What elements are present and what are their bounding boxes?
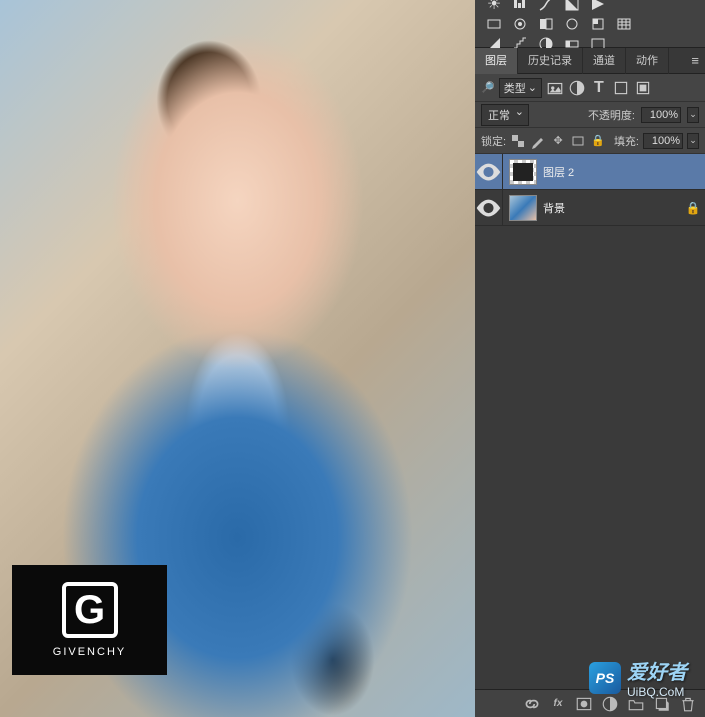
opacity-label: 不透明度: [588, 107, 635, 123]
visibility-toggle[interactable] [475, 154, 503, 190]
layer-filter-bar: 🔎 类型⌄ T [475, 74, 705, 102]
group-icon[interactable] [627, 695, 645, 713]
channel-mixer-icon[interactable] [589, 16, 607, 32]
bw-icon[interactable] [537, 16, 555, 32]
lock-position-icon[interactable]: ✥ [550, 133, 566, 149]
layer-row-background[interactable]: 背景 🔒 [475, 190, 705, 226]
visibility-toggle[interactable] [475, 190, 503, 226]
link-layers-icon[interactable] [523, 695, 541, 713]
vibrance-icon[interactable] [589, 0, 607, 12]
layer-thumbnail[interactable] [509, 159, 537, 185]
layers-list: 图层 2 背景 🔒 [475, 154, 705, 689]
fx-icon[interactable]: fx [549, 695, 567, 713]
photo-filter-icon[interactable] [563, 16, 581, 32]
blend-opacity-row: 正常 不透明度: 100% ⌄ [475, 102, 705, 128]
opacity-input[interactable]: 100% [641, 107, 681, 123]
document-image: G GIVENCHY [0, 0, 475, 717]
panel-menu-icon[interactable]: ≡ [691, 53, 699, 68]
color-balance-icon[interactable] [511, 16, 529, 32]
tab-history[interactable]: 历史记录 [518, 48, 583, 74]
lock-all-icon[interactable]: 🔒 [590, 133, 606, 149]
lock-label: 锁定: [481, 133, 506, 149]
curves-icon[interactable] [537, 0, 555, 12]
delete-icon[interactable] [679, 695, 697, 713]
lock-transparent-icon[interactable] [510, 133, 526, 149]
layer-thumbnail[interactable] [509, 195, 537, 221]
fill-label: 填充: [614, 133, 639, 149]
layer-name[interactable]: 背景 [543, 200, 681, 216]
opacity-dropdown-icon[interactable]: ⌄ [687, 107, 699, 123]
filter-pixel-icon[interactable] [546, 79, 564, 97]
layers-panel-footer: fx [475, 689, 705, 717]
brightness-icon[interactable]: ☀ [485, 0, 503, 12]
adjustments-panel: ☀ [475, 0, 705, 48]
new-layer-icon[interactable] [653, 695, 671, 713]
layers-panel-tabs: 图层 历史记录 通道 动作 ≡ [475, 48, 705, 74]
logo-brand: GIVENCHY [53, 646, 126, 658]
filter-shape-icon[interactable] [612, 79, 630, 97]
filter-type-icon[interactable]: T [590, 79, 608, 97]
filter-type-select[interactable]: 类型⌄ [499, 78, 542, 98]
layer-name[interactable]: 图层 2 [543, 164, 705, 180]
filter-adjust-icon[interactable] [568, 79, 586, 97]
exposure-icon[interactable] [563, 0, 581, 12]
layer-row-layer2[interactable]: 图层 2 [475, 154, 705, 190]
tab-channels[interactable]: 通道 [583, 48, 626, 74]
fill-dropdown-icon[interactable]: ⌄ [687, 133, 699, 149]
canvas-area[interactable]: G GIVENCHY [0, 0, 475, 717]
lookup-icon[interactable] [615, 16, 633, 32]
lock-fill-row: 锁定: ✥ 🔒 填充: 100% ⌄ [475, 128, 705, 154]
adjustment-layer-icon[interactable] [601, 695, 619, 713]
lock-artboard-icon[interactable] [570, 133, 586, 149]
filter-smart-icon[interactable] [634, 79, 652, 97]
logo-overlay: G GIVENCHY [12, 565, 167, 675]
levels-icon[interactable] [511, 0, 529, 12]
fill-input[interactable]: 100% [643, 133, 683, 149]
logo-letter: G [62, 582, 118, 638]
filter-search-icon[interactable]: 🔎 [481, 81, 495, 94]
tab-layers[interactable]: 图层 [475, 48, 518, 74]
blend-mode-select[interactable]: 正常 [481, 104, 529, 126]
lock-pixels-icon[interactable] [530, 133, 546, 149]
lock-icon: 🔒 [681, 201, 705, 215]
tab-actions[interactable]: 动作 [626, 48, 669, 74]
mask-icon[interactable] [575, 695, 593, 713]
hue-icon[interactable] [485, 16, 503, 32]
